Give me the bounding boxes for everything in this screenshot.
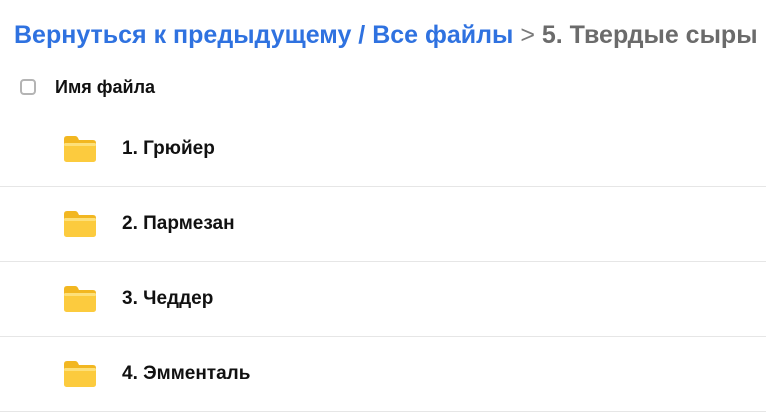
folder-icon bbox=[64, 286, 96, 312]
file-list: 1. Грюйер 2. Пармезан 3. Чеддер 4. Эммен… bbox=[0, 112, 766, 412]
folder-name[interactable]: 2. Пармезан bbox=[122, 213, 235, 235]
select-all-checkbox[interactable] bbox=[20, 79, 36, 95]
breadcrumb: Вернуться к предыдущему / Все файлы > 5.… bbox=[14, 18, 758, 52]
folder-name[interactable]: 4. Эмменталь bbox=[122, 363, 250, 385]
breadcrumb-all-files-link[interactable]: Все файлы bbox=[372, 21, 513, 49]
file-list-header: Имя файла bbox=[0, 68, 766, 106]
breadcrumb-current-folder: 5. Твердые сыры bbox=[541, 21, 758, 49]
folder-name[interactable]: 1. Грюйер bbox=[122, 138, 215, 160]
list-item[interactable]: 3. Чеддер bbox=[0, 262, 766, 337]
breadcrumb-separator-arrow: > bbox=[513, 21, 542, 49]
list-item[interactable]: 2. Пармезан bbox=[0, 187, 766, 262]
folder-name[interactable]: 3. Чеддер bbox=[122, 288, 213, 310]
folder-icon bbox=[64, 211, 96, 237]
list-item[interactable]: 4. Эмменталь bbox=[0, 337, 766, 412]
folder-icon bbox=[64, 136, 96, 162]
breadcrumb-separator: / bbox=[351, 21, 373, 49]
list-item[interactable]: 1. Грюйер bbox=[0, 112, 766, 187]
breadcrumb-back-link[interactable]: Вернуться к предыдущему bbox=[14, 21, 351, 49]
column-header-filename[interactable]: Имя файла bbox=[55, 77, 155, 98]
folder-icon bbox=[64, 361, 96, 387]
